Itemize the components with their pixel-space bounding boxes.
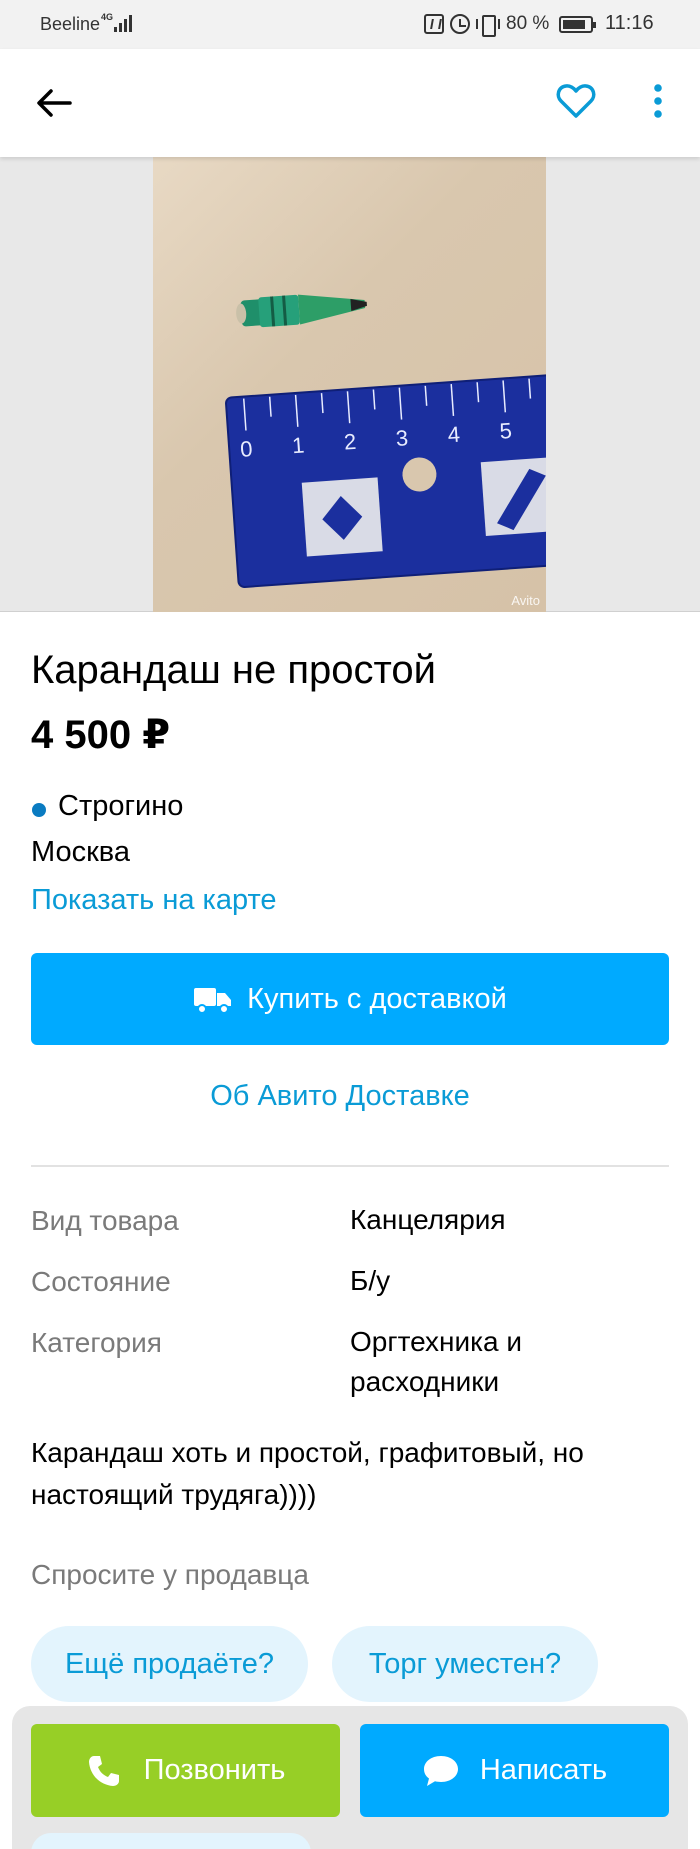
section-divider bbox=[31, 1165, 669, 1167]
message-label: Написать bbox=[479, 1754, 608, 1786]
chat-bubble-icon bbox=[423, 1755, 458, 1786]
quick-question-chip-partial[interactable] bbox=[31, 1833, 311, 1849]
ruler-tick-label: 4 bbox=[447, 422, 461, 448]
status-bar: Beeline 4G 80 % 11:16 bbox=[0, 0, 700, 49]
pencil-and-ruler-illustration: 0 1 2 3 4 5 bbox=[225, 294, 546, 588]
quick-question-chip-still-selling[interactable]: Ещё продаёте? bbox=[31, 1626, 308, 1702]
listing-title: Карандаш не простой bbox=[31, 648, 436, 692]
app-bar bbox=[0, 49, 700, 157]
ask-seller-title: Спросите у продавца bbox=[31, 1559, 309, 1590]
alarm-icon bbox=[450, 14, 470, 34]
param-label-category: Категория bbox=[31, 1327, 162, 1358]
back-button[interactable] bbox=[28, 77, 80, 129]
metro-station: Строгино bbox=[58, 790, 184, 822]
param-value-type: Канцелярия bbox=[350, 1204, 506, 1235]
delivery-truck-icon bbox=[194, 988, 232, 1014]
phone-icon bbox=[88, 1755, 119, 1786]
signal-icon bbox=[114, 14, 134, 32]
listing-price: 4 500 ₽ bbox=[31, 713, 171, 757]
network-type: 4G bbox=[101, 12, 114, 22]
photo-gallery[interactable]: 0 1 2 3 4 5 Avito bbox=[0, 157, 700, 612]
param-value-condition: Б/у bbox=[350, 1265, 391, 1296]
ruler-tick-label: 0 bbox=[239, 436, 253, 462]
status-icons: 80 % bbox=[424, 12, 597, 37]
battery-icon bbox=[559, 15, 597, 33]
favorite-button[interactable] bbox=[550, 75, 602, 127]
arrow-left-icon bbox=[37, 89, 72, 117]
call-button[interactable]: Позвонить bbox=[31, 1724, 340, 1817]
ruler-tick-label: 1 bbox=[291, 432, 305, 458]
clock: 11:16 bbox=[605, 12, 654, 34]
carrier-name: Beeline bbox=[40, 14, 101, 34]
more-options-button[interactable] bbox=[638, 75, 678, 127]
param-label-type: Вид товара bbox=[31, 1205, 179, 1236]
metro-line-dot-icon bbox=[32, 803, 46, 817]
show-on-map-link[interactable]: Показать на карте bbox=[31, 884, 277, 917]
listing-photo[interactable]: 0 1 2 3 4 5 Avito bbox=[153, 157, 546, 612]
ruler-tick-label: 2 bbox=[343, 429, 357, 455]
param-value-category: Оргтехника и расходники bbox=[350, 1326, 522, 1397]
nfc-icon bbox=[424, 14, 444, 34]
message-button[interactable]: Написать bbox=[360, 1724, 669, 1817]
buy-with-delivery-button[interactable]: Купить с доставкой bbox=[31, 953, 669, 1045]
vibrate-icon bbox=[476, 14, 500, 37]
call-label: Позвонить bbox=[143, 1754, 286, 1786]
avito-watermark: Avito bbox=[511, 593, 540, 608]
about-avito-delivery-link[interactable]: Об Авито Доставке bbox=[0, 1080, 680, 1113]
battery-percent: 80 % bbox=[506, 13, 550, 34]
ruler-tick-label: 5 bbox=[499, 418, 513, 444]
ruler-tick-label: 3 bbox=[395, 425, 409, 451]
listing-description: Карандаш хоть и простой, графитовый, но … bbox=[31, 1437, 584, 1510]
param-label-condition: Состояние bbox=[31, 1266, 171, 1297]
more-vertical-icon bbox=[654, 84, 662, 118]
city: Москва bbox=[31, 836, 131, 868]
buy-with-delivery-label: Купить с доставкой bbox=[247, 982, 507, 1015]
quick-question-chip-bargain[interactable]: Торг уместен? bbox=[332, 1626, 598, 1702]
heart-outline-icon bbox=[556, 84, 596, 118]
